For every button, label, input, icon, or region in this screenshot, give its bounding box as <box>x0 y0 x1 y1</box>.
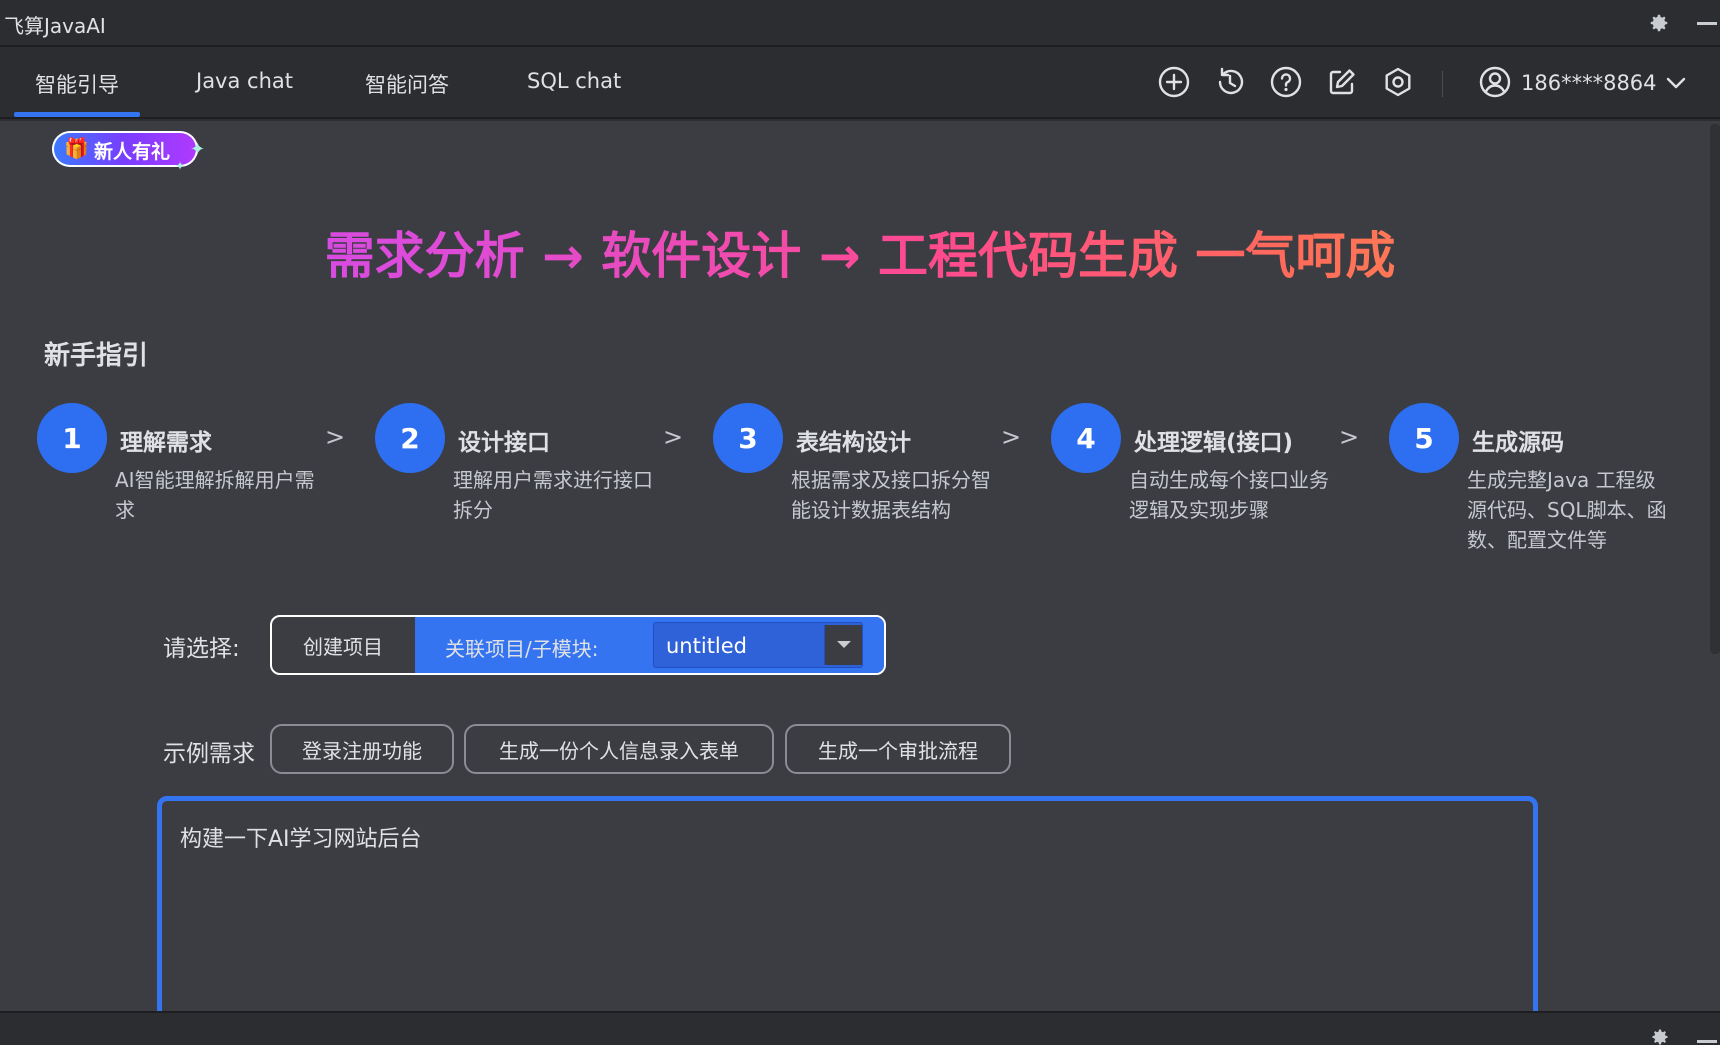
step-number: 1 <box>37 403 107 473</box>
step-title: 设计接口 <box>458 430 550 456</box>
tab-bar: 智能引导 Java chat 智能问答 SQL chat 186****8864 <box>0 49 1720 119</box>
minimize-icon[interactable] <box>1697 1040 1717 1043</box>
scrollbar[interactable] <box>1710 124 1720 654</box>
step-description: 理解用户需求进行接口拆分 <box>453 468 653 522</box>
nav-divider <box>1442 71 1443 97</box>
user-icon[interactable] <box>1478 65 1512 99</box>
app-window: 飞算JavaAI 智能引导 Java chat 智能问答 SQL chat 18… <box>0 0 1720 1045</box>
step-arrow: > <box>325 423 346 451</box>
requirement-input[interactable]: 构建一下AI学习网站后台 <box>157 796 1538 1011</box>
gift-badge-label: 新人有礼 <box>94 141 171 163</box>
dropdown-arrow-icon[interactable] <box>824 625 862 665</box>
sparkle-icon: ✦ <box>190 139 206 160</box>
step-title: 生成源码 <box>1472 430 1564 456</box>
project-mode-selector: 创建项目 关联项目/子模块: untitled <box>270 615 886 675</box>
step-description: 自动生成每个接口业务逻辑及实现步骤 <box>1129 468 1329 522</box>
step-title: 表结构设计 <box>796 430 911 456</box>
project-select[interactable]: untitled <box>653 622 863 668</box>
step-number: 5 <box>1389 403 1459 473</box>
tab-java-chat[interactable]: Java chat <box>196 69 293 93</box>
select-label: 请选择: <box>163 636 240 662</box>
step-arrow: > <box>663 423 684 451</box>
step-arrow: > <box>1001 423 1022 451</box>
tab-smart-qa[interactable]: 智能问答 <box>365 69 449 99</box>
example-chip-approval[interactable]: 生成一个审批流程 <box>785 724 1011 774</box>
step-number: 2 <box>375 403 445 473</box>
add-circle-icon[interactable] <box>1157 65 1191 99</box>
link-project-label: 关联项目/子模块: <box>445 637 599 661</box>
example-label: 示例需求 <box>163 741 255 767</box>
step-title: 处理逻辑(接口) <box>1134 430 1294 456</box>
example-chip-login[interactable]: 登录注册功能 <box>270 724 454 774</box>
step-number: 3 <box>713 403 783 473</box>
step-number: 4 <box>1051 403 1121 473</box>
slogan-headline: 需求分析 → 软件设计 → 工程代码生成 一气呵成 <box>0 216 1720 288</box>
window-title: 飞算JavaAI <box>4 14 106 38</box>
guide-title: 新手指引 <box>44 341 149 371</box>
main-panel: 🎁 新人有礼 ✦ ✦ 需求分析 → 软件设计 → 工程代码生成 一气呵成 新手指… <box>0 121 1720 1011</box>
step-description: 根据需求及接口拆分智能设计数据表结构 <box>791 468 991 522</box>
example-chip-profile-form[interactable]: 生成一份个人信息录入表单 <box>464 724 774 774</box>
link-project-option[interactable]: 关联项目/子模块: untitled <box>415 617 884 673</box>
bottom-bar <box>0 1011 1720 1045</box>
settings-hex-icon[interactable] <box>1381 65 1415 99</box>
project-select-value: untitled <box>666 634 748 658</box>
tab-sql-chat[interactable]: SQL chat <box>527 69 621 93</box>
active-tab-indicator <box>14 112 140 117</box>
edit-icon[interactable] <box>1325 65 1359 99</box>
gear-icon[interactable] <box>1650 1027 1670 1045</box>
chevron-down-icon[interactable] <box>1664 71 1688 95</box>
help-icon[interactable] <box>1269 65 1303 99</box>
step-description: 生成完整Java 工程级源代码、SQL脚本、函数、配置文件等 <box>1467 468 1667 552</box>
step-title: 理解需求 <box>120 430 212 456</box>
title-bar: 飞算JavaAI <box>0 0 1720 47</box>
step-arrow: > <box>1339 423 1360 451</box>
history-icon[interactable] <box>1213 65 1247 99</box>
sparkle-icon: ✦ <box>175 159 186 173</box>
gear-icon[interactable] <box>1648 12 1670 34</box>
user-name[interactable]: 186****8864 <box>1521 71 1657 95</box>
step-description: AI智能理解拆解用户需求 <box>115 468 315 522</box>
tab-smart-guide[interactable]: 智能引导 <box>35 69 119 99</box>
minimize-icon[interactable] <box>1697 22 1717 25</box>
create-project-option[interactable]: 创建项目 <box>272 617 414 673</box>
gift-icon: 🎁 <box>64 136 89 160</box>
